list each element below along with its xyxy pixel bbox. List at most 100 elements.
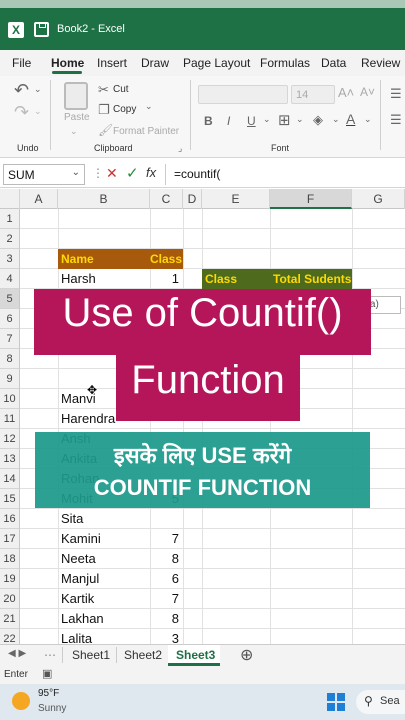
taskbar-search[interactable]: ⚲ Sea [356, 690, 405, 714]
name-cell[interactable]: Manjul [58, 569, 150, 589]
column-header-a[interactable]: A [20, 189, 58, 209]
row-header-6[interactable]: 6 [0, 309, 20, 329]
name-cell[interactable]: Lakhan [58, 609, 150, 629]
more-sheets-icon[interactable]: ⋯ [44, 648, 56, 662]
font-size-select[interactable]: 14 [291, 85, 335, 104]
tab-sheet2[interactable]: Sheet2 [124, 648, 162, 662]
row-header-13[interactable]: 13 [0, 449, 20, 469]
menu-file[interactable]: File [12, 56, 31, 70]
column-header-d[interactable]: D [183, 189, 202, 209]
column-header-b[interactable]: B [58, 189, 150, 209]
font-color-icon[interactable]: A [346, 111, 355, 127]
copy-dropdown-icon[interactable]: ⌄ [145, 101, 153, 112]
row-header-21[interactable]: 21 [0, 609, 20, 629]
summary-header-total[interactable]: Total Sudents [270, 269, 352, 289]
row-header-2[interactable]: 2 [0, 229, 20, 249]
tab-scroll-icon[interactable]: ◀ ▶ [8, 648, 26, 659]
menu-page-layout[interactable]: Page Layout [183, 56, 250, 70]
row-header-16[interactable]: 16 [0, 509, 20, 529]
row-header-8[interactable]: 8 [0, 349, 20, 369]
cancel-icon[interactable]: ✕ [106, 165, 118, 182]
class-cell[interactable]: 7 [150, 589, 183, 609]
name-cell[interactable]: Sita [58, 509, 150, 529]
row-header-7[interactable]: 7 [0, 329, 20, 349]
row-header-3[interactable]: 3 [0, 249, 20, 269]
font-color-dropdown-icon[interactable]: ⌄ [364, 114, 372, 125]
dialog-launcher-icon[interactable]: ⌟ [178, 143, 182, 154]
name-cell[interactable]: Kamini [58, 529, 150, 549]
cut-icon[interactable]: ✂ [98, 82, 109, 98]
chevron-down-icon[interactable]: ⌄ [72, 167, 80, 178]
menu-insert[interactable]: Insert [97, 56, 127, 70]
increase-font-icon[interactable]: A˄ [338, 85, 354, 100]
row-header-9[interactable]: 9 [0, 369, 20, 389]
tab-sheet1[interactable]: Sheet1 [72, 648, 110, 662]
accessibility-icon[interactable]: ▣ [42, 667, 52, 680]
tab-sheet3[interactable]: Sheet3 [176, 648, 215, 662]
italic-button[interactable]: I [227, 114, 230, 128]
row-header-10[interactable]: 10 [0, 389, 20, 409]
format-painter-icon[interactable]: 🖌 [98, 123, 113, 137]
class-cell[interactable]: 7 [150, 529, 183, 549]
copy-icon[interactable]: ❐ [98, 102, 110, 118]
column-header-e[interactable]: E [202, 189, 270, 209]
column-header-f[interactable]: F [270, 189, 352, 209]
name-cell[interactable]: Harsh [58, 269, 150, 289]
align-icon[interactable]: ☰ [390, 86, 402, 102]
save-icon[interactable] [34, 22, 49, 37]
row-header-18[interactable]: 18 [0, 549, 20, 569]
redo-icon[interactable]: ↷ [14, 102, 29, 123]
fill-color-icon[interactable]: ◈ [313, 112, 323, 128]
fill-dropdown-icon[interactable]: ⌄ [332, 114, 340, 125]
align-icon[interactable]: ☰ [390, 112, 402, 128]
add-sheet-icon[interactable]: ⊕ [240, 645, 253, 665]
row-header-17[interactable]: 17 [0, 529, 20, 549]
formula-input[interactable]: =countif( [168, 164, 405, 185]
row-header-15[interactable]: 15 [0, 489, 20, 509]
class-cell[interactable]: 6 [150, 569, 183, 589]
summary-header-class[interactable]: Class [202, 269, 270, 289]
sun-icon[interactable] [12, 692, 30, 710]
row-header-12[interactable]: 12 [0, 429, 20, 449]
menu-draw[interactable]: Draw [141, 56, 169, 70]
row-header-19[interactable]: 19 [0, 569, 20, 589]
row-header-11[interactable]: 11 [0, 409, 20, 429]
format-painter-label[interactable]: Format Painter [113, 126, 179, 137]
column-header-g[interactable]: G [352, 189, 405, 209]
underline-button[interactable]: U [247, 114, 256, 128]
undo-icon[interactable]: ↶ [14, 80, 29, 101]
font-name-select[interactable] [198, 85, 288, 104]
weather-condition[interactable]: Sunny [38, 703, 66, 714]
undo-dropdown-icon[interactable]: ⌄ [34, 84, 42, 95]
name-cell[interactable]: Neeta [58, 549, 150, 569]
row-header-1[interactable]: 1 [0, 209, 20, 229]
insert-function-icon[interactable]: fx [146, 165, 156, 180]
name-cell[interactable]: Kartik [58, 589, 150, 609]
menu-review[interactable]: Review [361, 56, 400, 70]
borders-dropdown-icon[interactable]: ⌄ [296, 114, 304, 125]
row-header-5[interactable]: 5 [0, 289, 20, 309]
paste-dropdown-icon[interactable]: ⌄ [70, 126, 78, 137]
table-header-class[interactable]: Class [150, 249, 183, 269]
row-header-14[interactable]: 14 [0, 469, 20, 489]
enter-icon[interactable]: ✓ [126, 164, 139, 182]
menu-data[interactable]: Data [321, 56, 346, 70]
menu-formulas[interactable]: Formulas [260, 56, 310, 70]
menu-home[interactable]: Home [51, 56, 84, 70]
copy-label[interactable]: Copy [113, 104, 136, 115]
paste-icon[interactable] [64, 82, 88, 110]
column-header-c[interactable]: C [150, 189, 183, 209]
class-cell[interactable]: 8 [150, 609, 183, 629]
windows-start-icon[interactable] [327, 693, 345, 711]
underline-dropdown-icon[interactable]: ⌄ [263, 114, 271, 125]
class-cell[interactable]: 8 [150, 549, 183, 569]
select-all-corner[interactable] [0, 189, 20, 209]
row-header-20[interactable]: 20 [0, 589, 20, 609]
row-header-4[interactable]: 4 [0, 269, 20, 289]
borders-icon[interactable]: ⊞ [278, 111, 291, 129]
paste-label[interactable]: Paste [64, 112, 90, 123]
weather-temperature[interactable]: 95°F [38, 688, 59, 699]
redo-dropdown-icon[interactable]: ⌄ [34, 106, 42, 117]
decrease-font-icon[interactable]: A˅ [360, 85, 375, 99]
cut-label[interactable]: Cut [113, 84, 129, 95]
